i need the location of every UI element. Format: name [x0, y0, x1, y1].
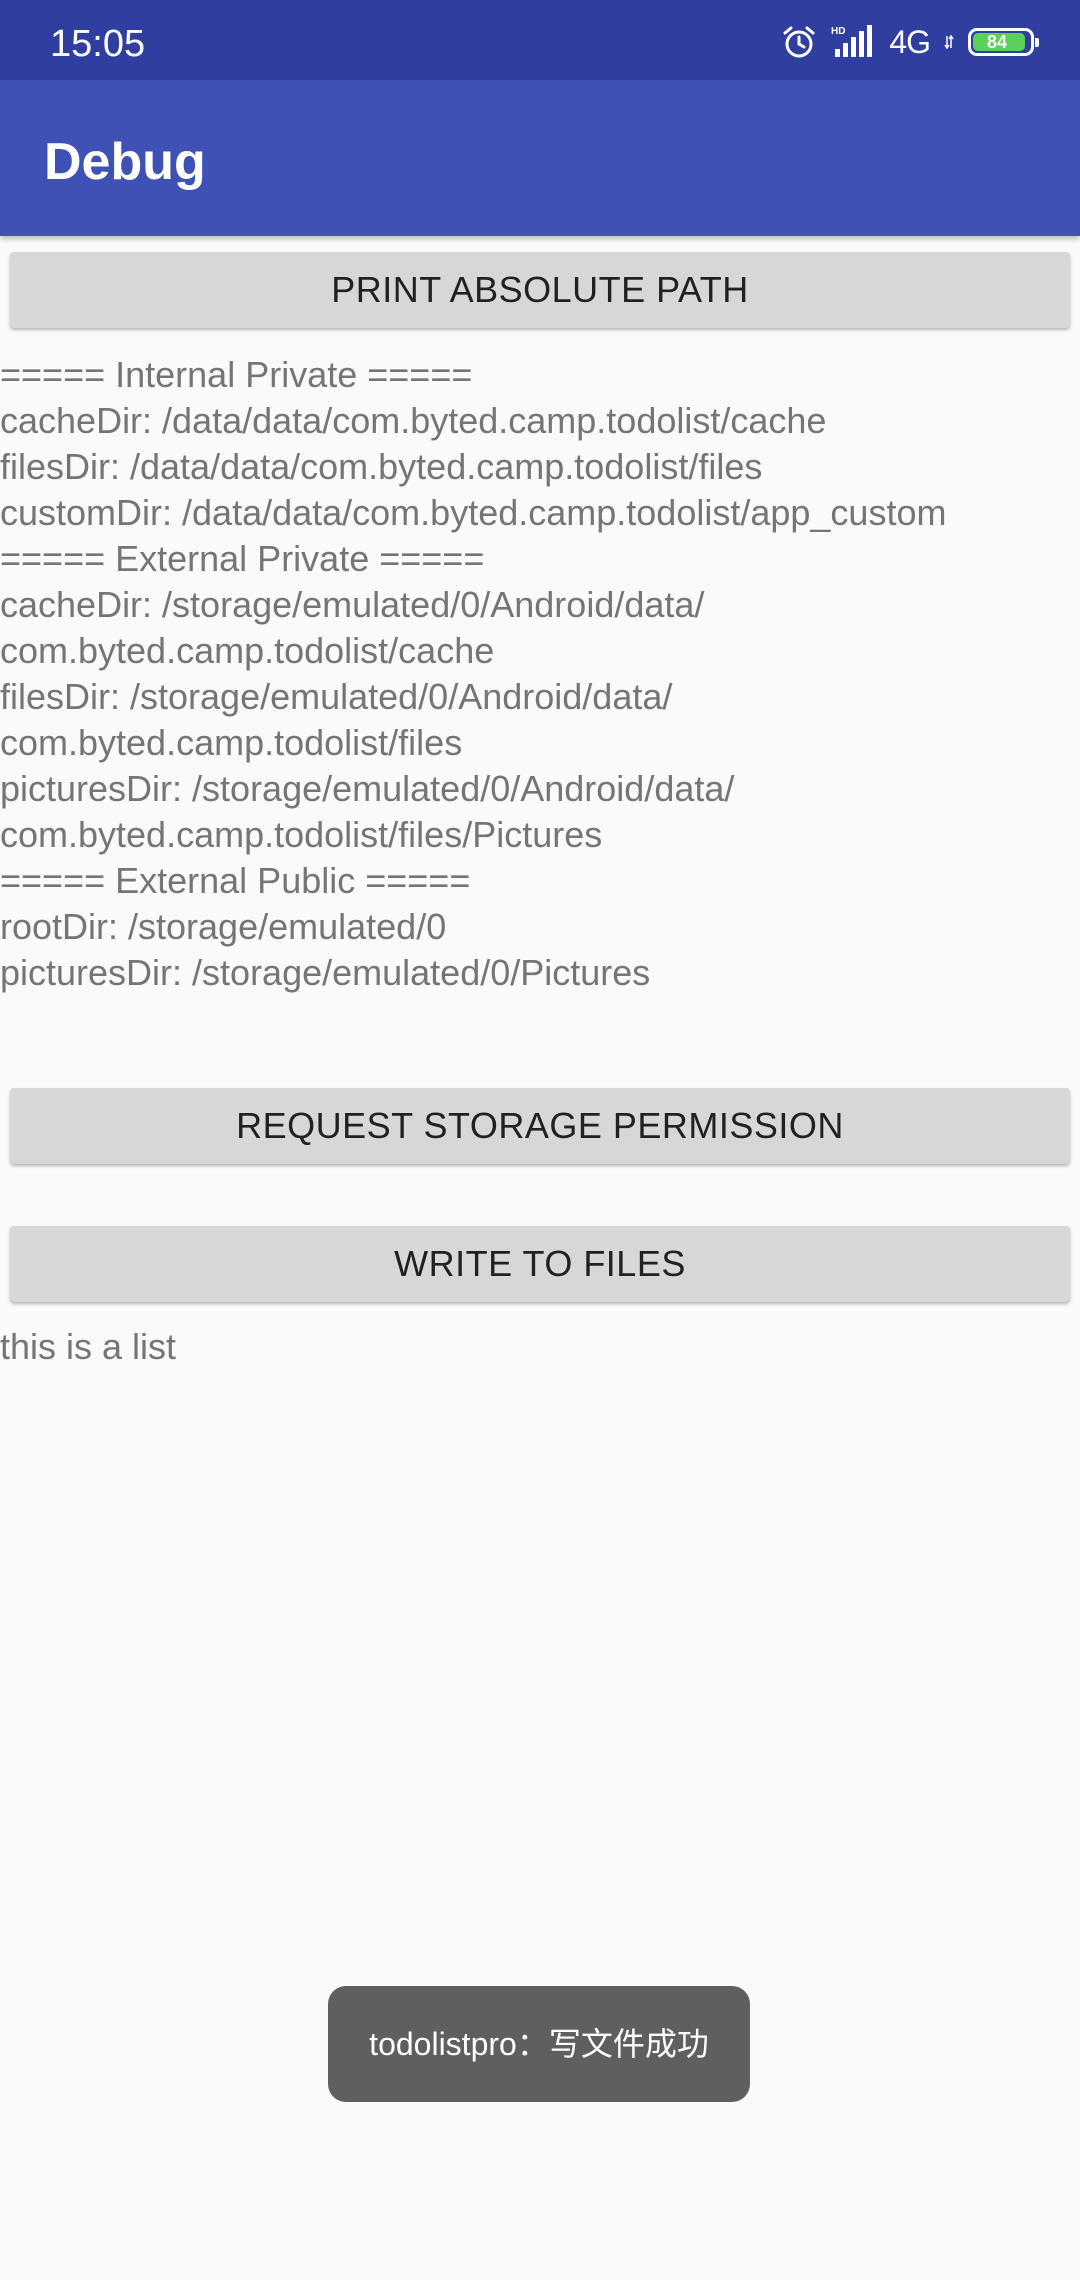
path-output: ===== Internal Private ===== cacheDir: /… [0, 352, 1080, 996]
network-4g-icon: 4G [889, 23, 931, 60]
path-line: filesDir: /data/data/com.byted.camp.todo… [0, 446, 763, 487]
path-line: customDir: /data/data/com.byted.camp.tod… [0, 492, 947, 533]
alarm-icon [781, 24, 817, 60]
path-line: cacheDir: /data/data/com.byted.camp.todo… [0, 400, 827, 441]
svg-text:HD: HD [831, 26, 845, 37]
status-time: 15:05 [50, 23, 146, 65]
battery-tip [1035, 38, 1039, 47]
path-line: ===== External Private ===== [0, 538, 485, 579]
path-line: rootDir: /storage/emulated/0 [0, 906, 447, 947]
path-line: filesDir: /storage/emulated/0/Android/da… [0, 676, 673, 717]
path-line: cacheDir: /storage/emulated/0/Android/da… [0, 584, 705, 625]
path-line: com.byted.camp.todolist/files [0, 722, 463, 763]
hd-signal-icon: HD [831, 25, 875, 59]
path-line: com.byted.camp.todolist/cache [0, 630, 495, 671]
status-icons: HD 4G 84 [781, 22, 1039, 62]
file-content-text: this is a list [0, 1326, 177, 1367]
battery-icon: 84 [968, 28, 1039, 56]
request-storage-permission-button[interactable]: REQUEST STORAGE PERMISSION [10, 1088, 1070, 1164]
app-bar: Debug [0, 80, 1080, 236]
path-line: com.byted.camp.todolist/files/Pictures [0, 814, 603, 855]
battery-level: 84 [986, 32, 1008, 52]
write-to-files-button[interactable]: WRITE TO FILES [10, 1226, 1070, 1302]
print-absolute-path-button[interactable]: PRINT ABSOLUTE PATH [10, 252, 1070, 328]
app-title: Debug [44, 133, 206, 191]
path-line: ===== External Public ===== [0, 860, 471, 901]
path-line: picturesDir: /storage/emulated/0/Picture… [0, 952, 651, 993]
path-line: ===== Internal Private ===== [0, 354, 473, 395]
data-activity-icon [944, 34, 954, 50]
toast-message: todolistpro：写文件成功 [328, 1986, 750, 2102]
path-line: picturesDir: /storage/emulated/0/Android… [0, 768, 735, 809]
status-bar: 15:05 HD 4G 84 [0, 0, 1080, 80]
